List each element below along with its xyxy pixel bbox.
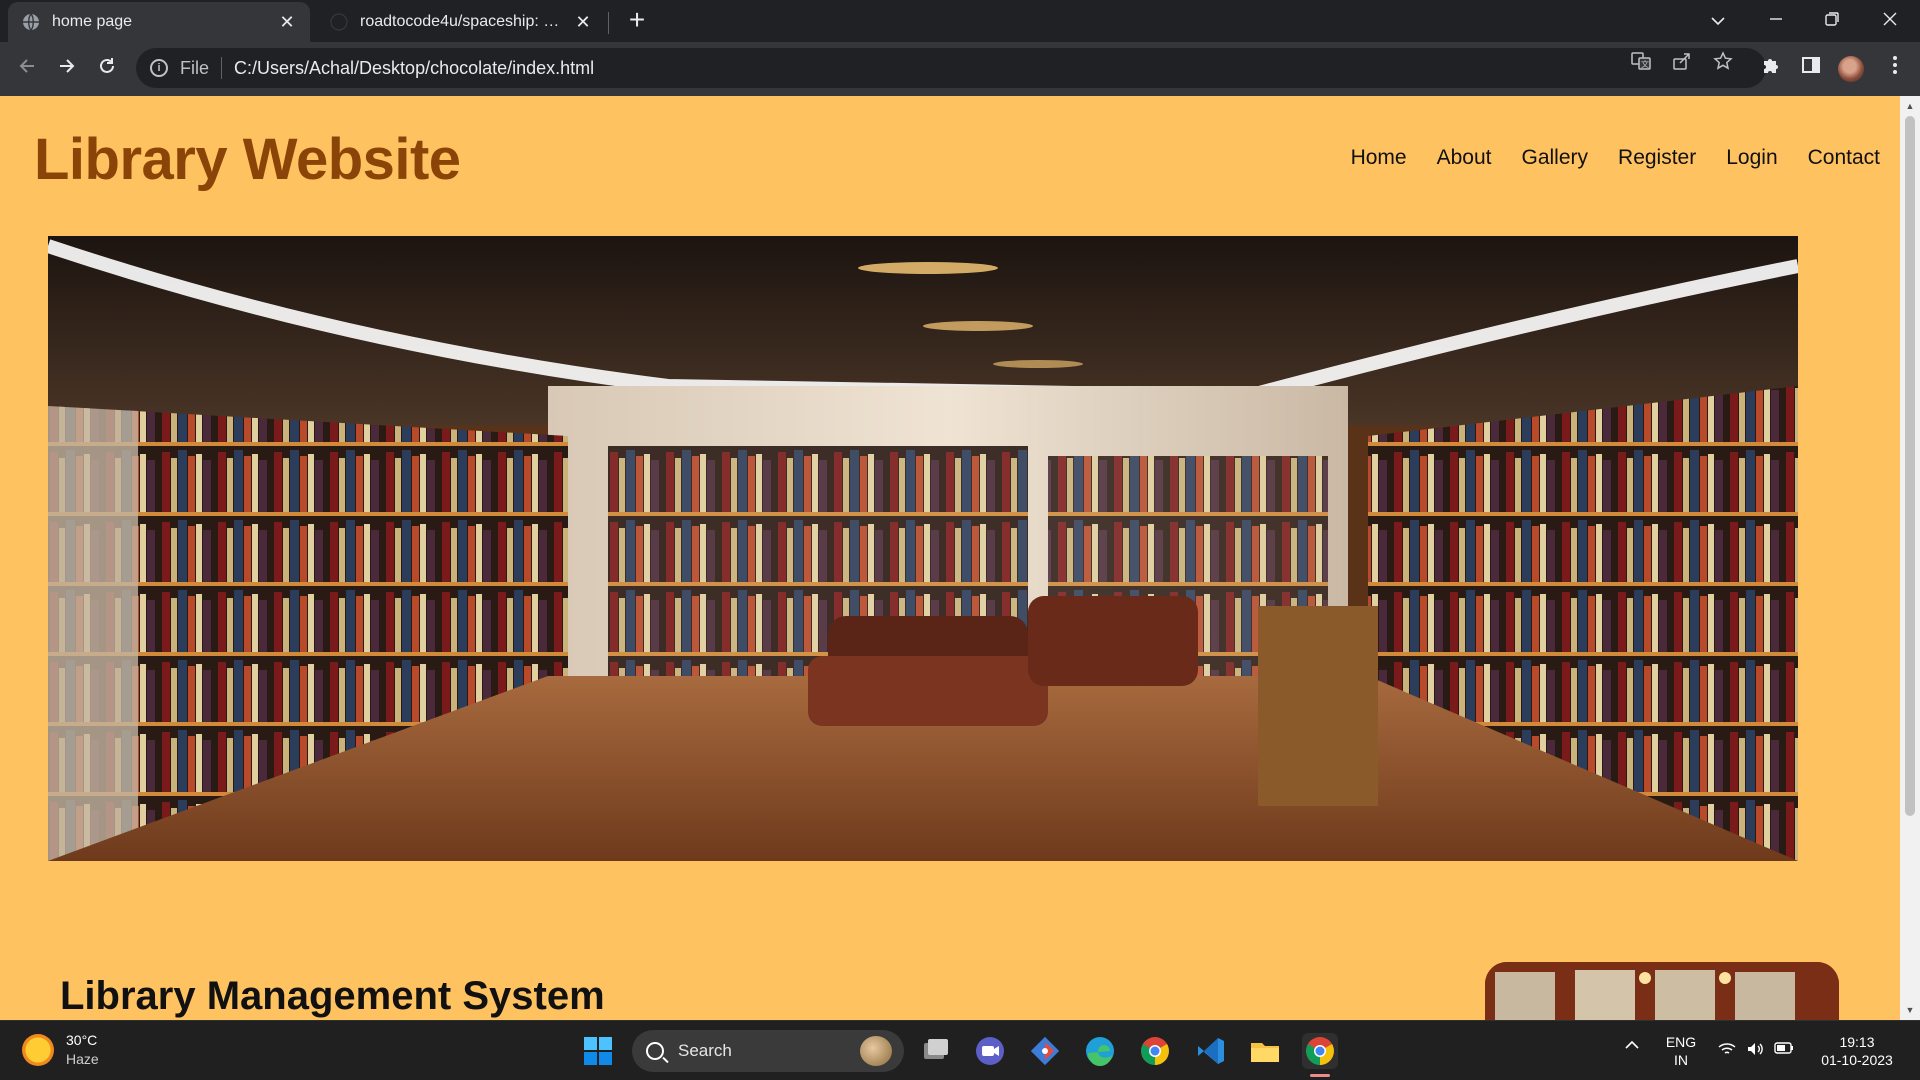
- meet-icon[interactable]: [972, 1033, 1008, 1069]
- library-thumbnail-image: [1485, 962, 1839, 1020]
- browser-toolbar: i File C:/Users/Achal/Desktop/chocolate/…: [0, 42, 1920, 96]
- start-icon[interactable]: [580, 1033, 616, 1069]
- library-illustration: [48, 236, 1798, 861]
- region-code: IN: [1674, 1052, 1688, 1068]
- translate-icon[interactable]: 文: [1630, 51, 1652, 73]
- chevron-down-icon[interactable]: [1690, 0, 1746, 40]
- file-explorer-icon[interactable]: [1247, 1033, 1283, 1069]
- chrome-active-icon[interactable]: [1302, 1033, 1338, 1069]
- chrome-icon[interactable]: [1137, 1033, 1173, 1069]
- section-title: Library Management System: [60, 974, 605, 1018]
- avatar[interactable]: [1838, 56, 1864, 82]
- hero-library-image: [48, 236, 1798, 861]
- back-arrow-icon[interactable]: [12, 54, 42, 84]
- language-code: ENG: [1665, 1034, 1697, 1050]
- page-viewport: Library Website Home About Gallery Regis…: [0, 96, 1900, 1020]
- kebab-menu-icon[interactable]: [1880, 54, 1910, 84]
- scroll-down-icon[interactable]: ▼: [1900, 1002, 1920, 1018]
- svg-text:文: 文: [1641, 59, 1649, 69]
- restore-icon[interactable]: [1804, 0, 1860, 40]
- nav-register[interactable]: Register: [1618, 146, 1696, 170]
- nav-about[interactable]: About: [1437, 146, 1492, 170]
- weather-temp: 30°C: [66, 1032, 98, 1048]
- forward-arrow-icon[interactable]: [52, 54, 82, 84]
- puzzle-icon[interactable]: [1756, 54, 1786, 84]
- tab-home-page[interactable]: home page ✕: [8, 2, 310, 42]
- wifi-icon[interactable]: [1716, 1041, 1738, 1061]
- edge-icon[interactable]: [1082, 1033, 1118, 1069]
- chevron-up-icon[interactable]: [1620, 1037, 1644, 1057]
- battery-icon[interactable]: [1772, 1041, 1796, 1059]
- tab-title: home page: [52, 13, 133, 30]
- close-window-icon[interactable]: [1862, 0, 1918, 40]
- address-bar[interactable]: i File C:/Users/Achal/Desktop/chocolate/…: [136, 48, 1766, 88]
- vscode-icon[interactable]: [1192, 1033, 1228, 1069]
- clock-time: 19:13: [1839, 1034, 1875, 1050]
- close-tab-icon[interactable]: ✕: [278, 13, 296, 31]
- site-title: Library Website: [34, 127, 461, 192]
- site-info-icon[interactable]: i: [150, 59, 168, 77]
- share-icon[interactable]: [1671, 51, 1693, 73]
- github-icon: [330, 13, 348, 31]
- url-scheme: File: [180, 57, 210, 78]
- scroll-up-icon[interactable]: ▲: [1900, 98, 1920, 114]
- vertical-scrollbar[interactable]: ▲ ▼: [1900, 96, 1920, 1020]
- reload-icon[interactable]: [92, 54, 122, 84]
- main-nav: Home About Gallery Register Login Contac…: [1351, 146, 1880, 170]
- weather-condition: Haze: [66, 1051, 99, 1067]
- search-placeholder: Search: [678, 1041, 732, 1060]
- nav-home[interactable]: Home: [1351, 146, 1407, 170]
- tab-separator: [608, 12, 609, 34]
- side-panel-icon[interactable]: [1796, 54, 1826, 84]
- search-highlight-icon: [860, 1036, 892, 1066]
- taskbar-search[interactable]: Search: [632, 1030, 904, 1072]
- git-icon[interactable]: [1027, 1033, 1063, 1069]
- nav-contact[interactable]: Contact: [1808, 146, 1880, 170]
- library-thumbnail-illustration: [1485, 962, 1839, 1020]
- new-tab-icon[interactable]: +: [622, 6, 652, 36]
- clock[interactable]: 19:13 01-10-2023: [1810, 1033, 1904, 1069]
- url-text: C:/Users/Achal/Desktop/chocolate/index.h…: [234, 57, 595, 78]
- scrollbar-thumb[interactable]: [1905, 116, 1915, 816]
- task-view-icon[interactable]: [918, 1033, 954, 1069]
- nav-gallery[interactable]: Gallery: [1522, 146, 1589, 170]
- minimize-icon[interactable]: [1748, 0, 1804, 40]
- tab-title: roadtocode4u/spaceship: Spaceship: [360, 13, 564, 30]
- star-icon[interactable]: [1712, 51, 1734, 73]
- search-icon: [646, 1042, 664, 1060]
- close-tab-icon[interactable]: ✕: [574, 13, 592, 31]
- tab-strip: home page ✕ roadtocode4u/spaceship: Spac…: [0, 0, 1920, 42]
- active-app-indicator: [1310, 1074, 1330, 1077]
- volume-icon[interactable]: [1744, 1041, 1766, 1061]
- globe-icon: [23, 13, 39, 31]
- nav-login[interactable]: Login: [1726, 146, 1777, 170]
- language-indicator[interactable]: ENG IN: [1660, 1033, 1702, 1069]
- tab-spaceship[interactable]: roadtocode4u/spaceship: Spaceship ✕: [316, 2, 606, 42]
- clock-date: 01-10-2023: [1821, 1052, 1893, 1068]
- weather-widget[interactable]: 30°C Haze: [22, 1031, 99, 1069]
- weather-haze-icon: [22, 1034, 54, 1066]
- url-separator: [221, 57, 223, 79]
- os-taskbar: 30°C Haze Search ENG IN 19:13 01-10-2023: [0, 1020, 1920, 1080]
